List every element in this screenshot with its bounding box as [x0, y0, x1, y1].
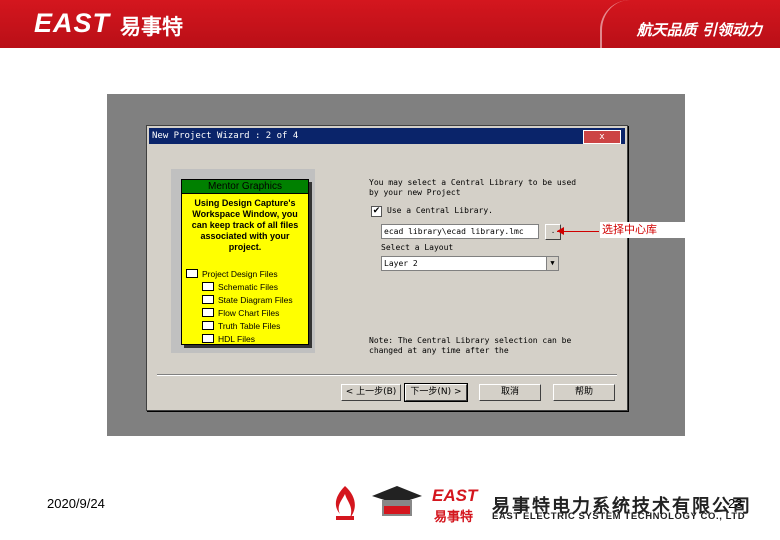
back-button[interactable]: < 上一步(B) — [341, 384, 401, 401]
help-button[interactable]: 帮助 — [553, 384, 615, 401]
annotation-label: 选择中心库 — [600, 222, 688, 238]
header-slogan: 航天品质 引领动力 — [636, 21, 762, 39]
dialog-titlebar[interactable]: New Project Wizard : 2 of 4 x — [149, 128, 625, 144]
mentor-graphics-text: Using Design Capture's Workspace Window,… — [191, 198, 299, 252]
dialog-title: New Project Wizard : 2 of 4 — [152, 131, 299, 141]
tree-item: HDL Files — [186, 333, 293, 346]
arrow-left-icon — [557, 227, 564, 235]
header-banner: EAST 易事特 航天品质 引领动力 — [0, 0, 780, 48]
footer-east-logo: EAST — [432, 486, 478, 505]
new-project-wizard-dialog: New Project Wizard : 2 of 4 x Mentor Gra… — [146, 125, 628, 411]
tree-item: Flow Chart Files — [186, 307, 293, 320]
close-button[interactable]: x — [583, 130, 621, 144]
east-logo-cn: 易事特 — [120, 14, 183, 39]
tree-item: Truth Table Files — [186, 320, 293, 333]
file-icon — [202, 321, 214, 330]
folder-icon — [186, 269, 198, 278]
cancel-button[interactable]: 取消 — [479, 384, 541, 401]
use-central-library-checkbox[interactable]: ✔ — [371, 206, 382, 217]
layout-select[interactable]: Layer 2 ▼ — [381, 256, 559, 271]
mentor-graphics-image-panel: Mentor Graphics Using Design Capture's W… — [171, 169, 315, 353]
project-files-tree: Project Design Files Schematic Files Sta… — [186, 268, 293, 346]
tree-item: Schematic Files — [186, 281, 293, 294]
footer-east-logo-cn: 易事特 — [434, 510, 474, 525]
mentor-graphics-card: Mentor Graphics Using Design Capture's W… — [181, 179, 309, 345]
use-central-library-label[interactable]: Use a Central Library. — [387, 206, 493, 216]
slide-date: 2020/9/24 — [47, 496, 105, 511]
chevron-down-icon[interactable]: ▼ — [546, 257, 558, 270]
layout-label: Select a Layout — [381, 243, 454, 252]
page-number: 23 — [728, 496, 743, 511]
tree-item: State Diagram Files — [186, 294, 293, 307]
note-text: Note: The Central Library selection can … — [369, 336, 572, 355]
file-icon — [202, 295, 214, 304]
next-button[interactable]: 下一步(N) > — [404, 383, 468, 402]
tree-item-root: Project Design Files — [186, 268, 293, 281]
file-icon — [202, 334, 214, 343]
mentor-graphics-title: Mentor Graphics — [182, 180, 308, 194]
graduation-cap-badge-icon — [372, 486, 422, 516]
header-curve — [600, 0, 632, 48]
flame-emblem-icon — [335, 486, 355, 520]
file-icon — [202, 308, 214, 317]
button-separator — [157, 374, 617, 376]
east-logo: EAST — [34, 8, 111, 38]
layout-selected-value: Layer 2 — [384, 259, 418, 268]
library-path-field[interactable]: ecad library\ecad library.lmc — [381, 224, 539, 239]
file-icon — [202, 282, 214, 291]
company-name-en: EAST ELECTRIC SYSTEM TECHNOLOGY CO., LTD — [492, 511, 746, 522]
intro-text: You may select a Central Library to be u… — [369, 178, 577, 197]
